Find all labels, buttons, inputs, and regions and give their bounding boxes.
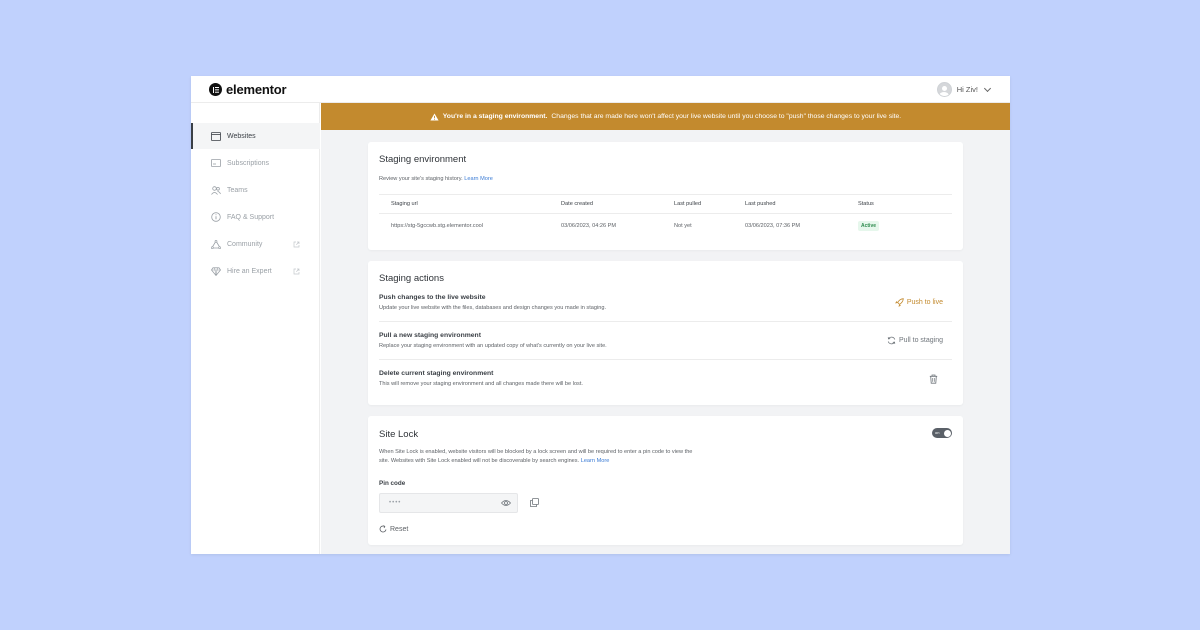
table-row: https://stg-5gccwb.stg.elementor.cool 03…: [379, 214, 952, 240]
sidebar-item-faq-support[interactable]: FAQ & Support: [191, 204, 320, 230]
pin-code-label: Pin code: [379, 480, 406, 487]
eye-icon[interactable]: [501, 499, 511, 507]
sidebar-item-label: Teams: [227, 186, 248, 194]
chevron-down-icon: [983, 84, 992, 92]
site-lock-toggle[interactable]: on: [932, 428, 952, 438]
delete-staging-button[interactable]: [929, 374, 938, 384]
elementor-logo-icon: [209, 83, 222, 96]
sidebar-item-label: Hire an Expert: [227, 267, 272, 275]
trash-icon: [929, 374, 938, 384]
column-header: Status: [858, 201, 874, 207]
description-text: Review your site's staging history.: [379, 176, 463, 182]
staging-environment-card: Staging environment Review your site's s…: [368, 142, 963, 250]
sidebar-item-label: Websites: [227, 132, 256, 140]
pull-to-staging-button[interactable]: Pull to staging: [887, 336, 943, 345]
learn-more-link[interactable]: Learn More: [464, 176, 493, 182]
pin-code-input[interactable]: ••••: [379, 493, 518, 513]
pin-value: ••••: [389, 500, 402, 506]
toggle-label: on: [935, 430, 940, 435]
sidebar-item-label: Community: [227, 240, 263, 248]
sidebar-item-teams[interactable]: Teams: [191, 177, 320, 203]
staging-actions-card: Staging actions Push changes to the live…: [368, 261, 963, 405]
column-header: Date created: [561, 201, 594, 207]
banner-text: Changes that are made here won't affect …: [551, 113, 902, 120]
top-bar: elementor Hi Ziv!: [191, 76, 1010, 103]
banner-strong: You're in a staging environment.: [442, 113, 548, 120]
reset-icon: [379, 525, 387, 533]
card-title: Staging actions: [379, 273, 444, 284]
last-pushed: 03/06/2023, 07:36 PM: [745, 223, 801, 229]
learn-more-link[interactable]: Learn More: [581, 458, 610, 464]
action-desc: Replace your staging environment with an…: [379, 343, 607, 349]
logo-text: elementor: [226, 82, 287, 97]
diamond-icon: [211, 266, 221, 276]
table-header: Staging url Date created Last pulled Las…: [379, 194, 952, 214]
sidebar-item-websites[interactable]: Websites: [191, 123, 320, 149]
button-label: Reset: [390, 525, 409, 533]
action-title: Push changes to the live website: [379, 294, 486, 301]
sidebar-item-label: FAQ & Support: [227, 213, 275, 221]
status-badge: Active: [858, 221, 880, 231]
action-row-delete: Delete current staging environment This …: [379, 361, 952, 398]
staging-banner: You're in a staging environment. Changes…: [321, 103, 1010, 130]
card-description: Review your site's staging history. Lear…: [379, 175, 493, 184]
action-title: Delete current staging environment: [379, 370, 494, 377]
refresh-icon: [887, 336, 896, 345]
user-greeting: Hi Ziv!: [956, 85, 978, 94]
action-title: Pull a new staging environment: [379, 332, 481, 339]
external-link-icon: [293, 241, 300, 247]
user-menu[interactable]: Hi Ziv!: [936, 82, 992, 97]
sidebar-item-community[interactable]: Community: [191, 231, 320, 257]
column-header: Last pushed: [745, 201, 776, 207]
staging-url-link[interactable]: https://stg-5gccwb.stg.elementor.cool: [391, 223, 483, 229]
description-text: site. Websites with Site Lock enabled wi…: [379, 457, 580, 464]
subscription-card-icon: [211, 158, 221, 168]
button-label: Pull to staging: [899, 337, 943, 344]
sidebar-item-hire-expert[interactable]: Hire an Expert: [191, 258, 320, 284]
card-title: Staging environment: [379, 154, 467, 165]
main-content: You're in a staging environment. Changes…: [321, 103, 1010, 554]
info-circle-icon: [211, 212, 221, 222]
description-text: When Site Lock is enabled, website visit…: [379, 449, 693, 455]
last-pulled: Not yet: [674, 223, 692, 229]
reset-button[interactable]: Reset: [379, 525, 408, 533]
sidebar: Websites Subscriptions Teams FAQ & Suppo…: [191, 103, 320, 554]
external-link-icon: [293, 268, 300, 274]
push-to-live-button[interactable]: Push to live: [894, 298, 943, 307]
sidebar-item-subscriptions[interactable]: Subscriptions: [191, 150, 320, 176]
button-label: Push to live: [906, 299, 943, 306]
rocket-icon: [894, 298, 904, 307]
browser-window-icon: [211, 131, 221, 141]
avatar: [936, 82, 952, 97]
warning-icon: [430, 112, 439, 121]
people-icon: [211, 185, 221, 195]
copy-icon[interactable]: [530, 498, 539, 507]
action-row-push: Push changes to the live website Update …: [379, 285, 952, 322]
date-created: 03/06/2023, 04:26 PM: [561, 223, 617, 229]
card-description: When Site Lock is enabled, website visit…: [379, 448, 799, 465]
app-window: elementor Hi Ziv! Websites Subscriptions…: [191, 76, 1010, 554]
sidebar-item-label: Subscriptions: [227, 159, 270, 167]
site-lock-card: Site Lock on When Site Lock is enabled, …: [368, 416, 963, 545]
column-header: Last pulled: [674, 201, 702, 207]
action-desc: This will remove your staging environmen…: [379, 381, 583, 387]
action-desc: Update your live website with the files,…: [379, 305, 606, 311]
action-row-pull: Pull a new staging environment Replace y…: [379, 323, 952, 360]
card-title: Site Lock: [379, 429, 419, 440]
column-header: Staging url: [391, 201, 418, 207]
community-triangle-icon: [211, 239, 221, 249]
elementor-logo[interactable]: elementor: [209, 82, 287, 97]
